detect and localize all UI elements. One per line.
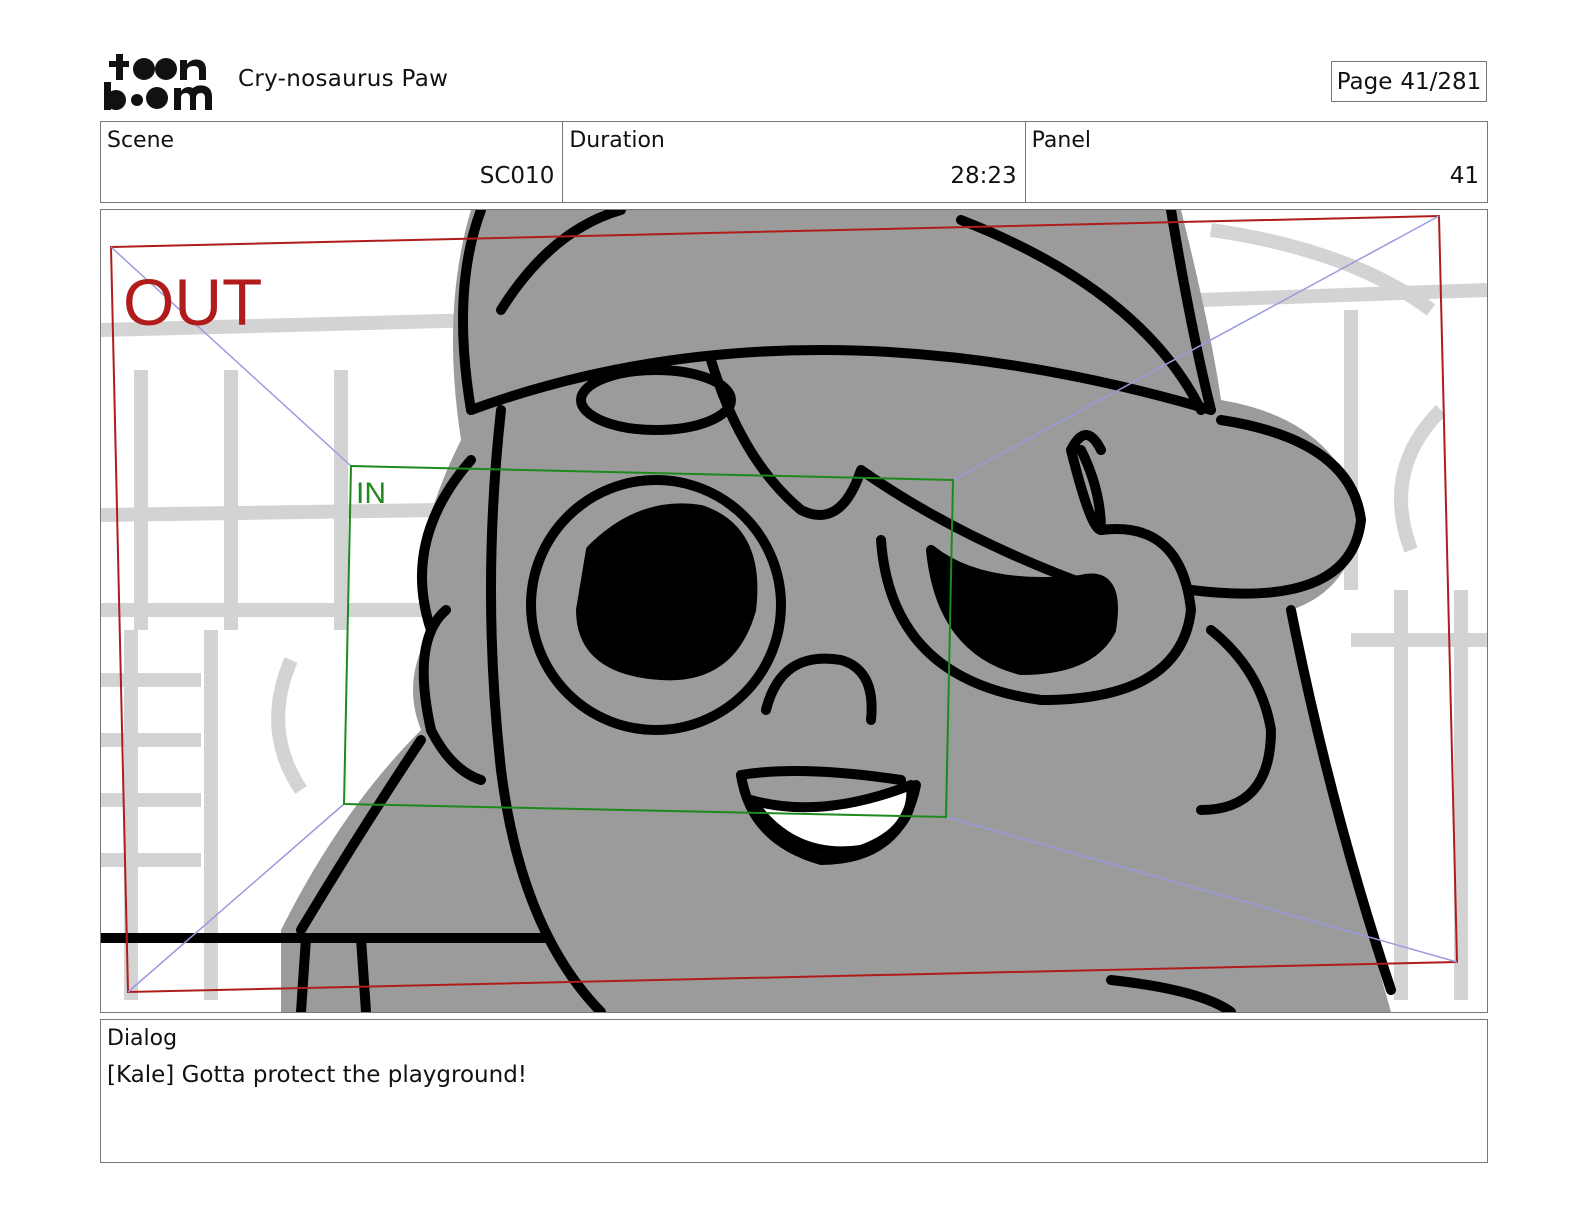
duration-cell: Duration 28:23: [563, 122, 1026, 202]
panel-info-table: Scene SC010 Duration 28:23 Panel 41: [100, 121, 1488, 203]
storyboard-panel: OUT IN: [100, 209, 1488, 1013]
duration-value: 28:23: [950, 163, 1017, 189]
panel-drawing: OUT IN: [101, 210, 1487, 1012]
project-title: Cry-nosaurus Paw: [238, 66, 449, 92]
scene-label: Scene: [107, 128, 175, 153]
page-value: 41/281: [1400, 68, 1482, 95]
scene-cell: Scene SC010: [101, 122, 564, 202]
dialog-label: Dialog: [107, 1026, 178, 1051]
panel-value: 41: [1449, 163, 1479, 189]
dialog-text: [Kale] Gotta protect the playground!: [107, 1062, 528, 1088]
page-indicator: Page 41/281: [1331, 61, 1487, 102]
toonboom-logo: [104, 52, 216, 112]
in-frame-label: IN: [356, 477, 386, 510]
panel-label: Panel: [1031, 128, 1092, 153]
page-label: Page: [1336, 68, 1393, 95]
duration-label: Duration: [569, 128, 665, 153]
out-frame-label: OUT: [123, 265, 262, 339]
panel-cell: Panel 41: [1026, 122, 1487, 202]
dialog-box: Dialog [Kale] Gotta protect the playgrou…: [100, 1019, 1488, 1163]
scene-value: SC010: [479, 163, 555, 189]
